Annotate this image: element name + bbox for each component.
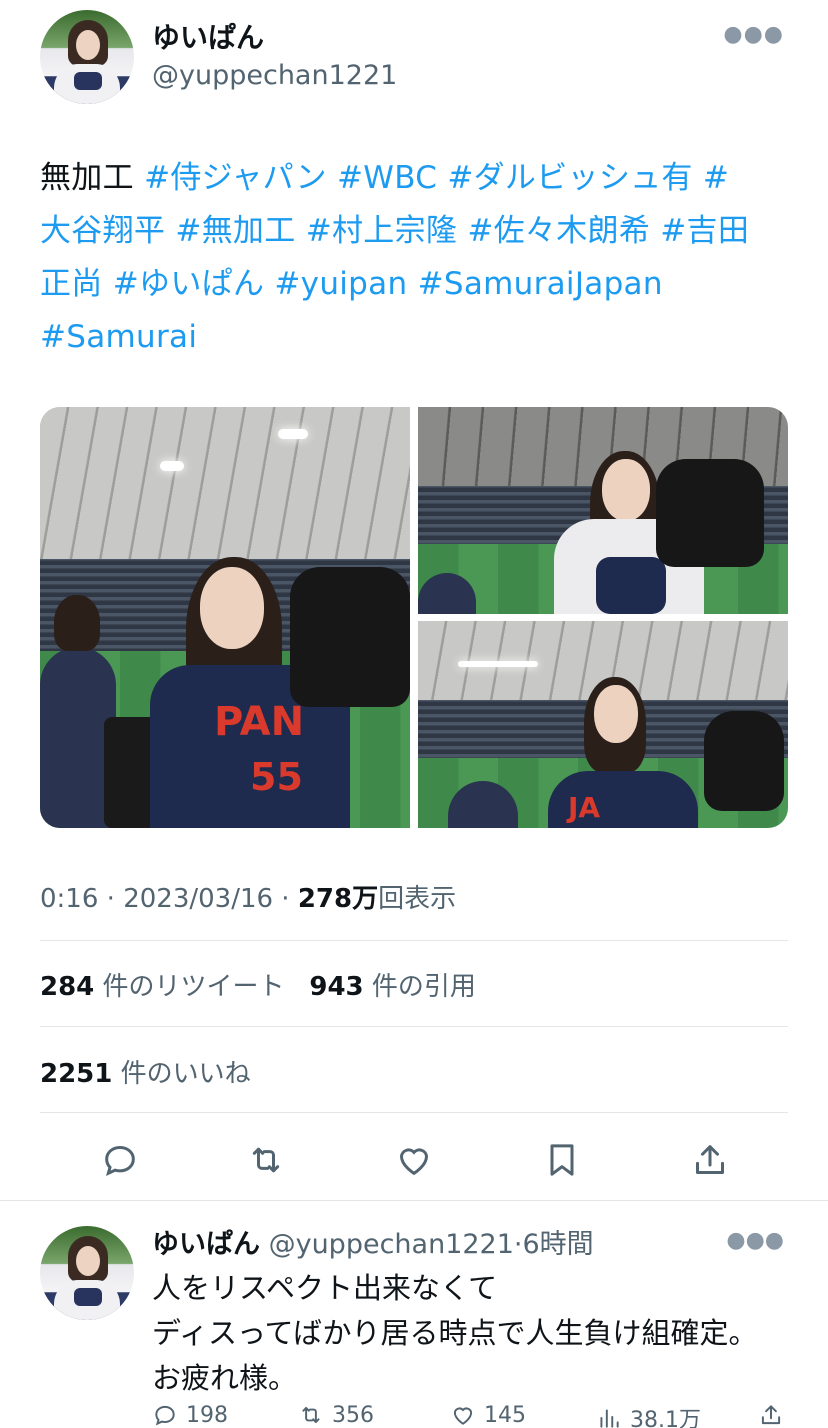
reply-user-handle[interactable]: @yuppechan1221 — [269, 1229, 514, 1260]
tweet-text-line: 正尚 #ゆいぱん #yuipan #SamuraiJapan — [40, 258, 788, 311]
divider — [40, 1112, 788, 1113]
reply-line: お疲れ様。 — [152, 1361, 298, 1395]
reply-time[interactable]: 6時間 — [523, 1229, 594, 1260]
like-count: 145 — [484, 1402, 526, 1428]
tweet-text-segment — [437, 160, 447, 196]
tweet-text-segment — [407, 266, 417, 302]
reply-tweet[interactable]: ゆいぱん @yuppechan1221·6時間 ●●● 人をリスペクト出来なくて… — [40, 1218, 788, 1428]
tweet-header: ゆいぱん @yuppechan1221 ●●● — [40, 10, 788, 110]
photo-top-right[interactable] — [418, 407, 788, 614]
tweet-text-line: 無加工 #侍ジャパン #WBC #ダルビッシュ有 # — [40, 152, 788, 205]
tweet-text-line: 大谷翔平 #無加工 #村上宗隆 #佐々木朗希 #吉田 — [40, 205, 788, 258]
share-icon — [761, 1405, 781, 1425]
hashtag-link[interactable]: #Samurai — [40, 319, 197, 355]
reply-count: 198 — [186, 1402, 228, 1428]
like-icon — [453, 1407, 473, 1425]
photo-main[interactable]: PAN 55 — [40, 407, 410, 828]
meta-separator: · — [273, 884, 298, 914]
hashtag-link[interactable]: # — [693, 160, 729, 196]
tweet-text: 無加工 #侍ジャパン #WBC #ダルビッシュ有 # 大谷翔平 #無加工 #村上宗… — [40, 152, 788, 364]
reply-icon — [155, 1405, 175, 1426]
divider — [40, 1026, 788, 1027]
retweets-label: 件のリツイート — [102, 972, 285, 1002]
hashtag-link[interactable]: #ダルビッシュ有 — [447, 160, 692, 196]
reply-line: 人をリスペクト出来なくて — [152, 1271, 498, 1305]
action-bar — [40, 1130, 788, 1190]
reply-icon[interactable] — [96, 1136, 144, 1184]
tweet-time[interactable]: 0:16 — [40, 884, 98, 914]
retweet-quote-stats: 284 件のリツイート 943 件の引用 — [40, 966, 476, 1003]
jersey-partial-text: JA — [568, 791, 601, 824]
views-count: 278万 — [297, 884, 379, 914]
likes-stat[interactable]: 2251 件のいいね — [40, 1053, 251, 1090]
reply-like-button[interactable]: 145 — [450, 1402, 526, 1428]
retweet-icon — [302, 1406, 320, 1424]
hashtag-link[interactable]: #yuipan — [274, 266, 407, 302]
hashtag-link[interactable]: #WBC — [337, 160, 437, 196]
tweet-text-segment — [327, 160, 337, 196]
media-grid: PAN 55 JA — [40, 407, 788, 828]
meta-separator: · — [98, 884, 124, 914]
views-label: 回表示 — [378, 884, 457, 914]
retweet-count: 356 — [332, 1402, 374, 1428]
tweet-text-segment — [296, 213, 306, 249]
quotes-count: 943 — [309, 972, 364, 1002]
hashtag-link[interactable]: #吉田 — [660, 213, 749, 249]
more-horizontal-icon[interactable]: ●●● — [726, 1228, 784, 1253]
tweet-text-segment — [165, 213, 175, 249]
hashtag-link[interactable]: #SamuraiJapan — [418, 266, 663, 302]
hashtag-link[interactable]: #佐々木朗希 — [467, 213, 650, 249]
tweet-text-segment — [650, 213, 660, 249]
tweet-text-segment: 無加工 — [40, 160, 145, 196]
reply-avatar[interactable] — [40, 1226, 134, 1320]
quotes-label: 件の引用 — [371, 972, 476, 1002]
views-count: 38.1万 — [630, 1408, 701, 1428]
likes-label: 件のいいね — [120, 1059, 251, 1089]
like-icon[interactable] — [390, 1136, 438, 1184]
share-icon[interactable] — [686, 1136, 734, 1184]
hashtag-link[interactable]: #ゆいぱん — [113, 266, 264, 302]
reply-retweet-button[interactable]: 356 — [298, 1402, 374, 1428]
photo-bottom-right[interactable]: JA — [418, 621, 788, 828]
retweet-icon[interactable] — [242, 1136, 290, 1184]
reply-dot: · — [513, 1229, 523, 1260]
jersey-number: 55 — [250, 755, 303, 799]
reply-user-name[interactable]: ゆいぱん — [152, 1229, 260, 1260]
reply-text: 人をリスペクト出来なくて ディスってばかり居る時点で人生負け組確定。 お疲れ様。 — [152, 1266, 758, 1401]
tweet-meta: 0:16 · 2023/03/16 · 278万回表示 — [40, 878, 456, 915]
bookmark-icon[interactable] — [538, 1136, 586, 1184]
user-name[interactable]: ゆいぱん — [152, 16, 264, 56]
views-icon — [600, 1409, 619, 1428]
tweet-text-segment — [264, 266, 274, 302]
section-divider — [0, 1200, 828, 1201]
tweet-text-line: #Samurai — [40, 311, 788, 364]
retweets-stat[interactable]: 284 件のリツイート — [40, 972, 285, 1002]
reply-share-button[interactable] — [758, 1402, 784, 1428]
avatar[interactable] — [40, 10, 134, 104]
more-horizontal-icon[interactable]: ●●● — [723, 22, 784, 47]
jersey-text: PAN — [214, 699, 305, 745]
retweets-count: 284 — [40, 972, 95, 1002]
hashtag-link[interactable]: #無加工 — [175, 213, 295, 249]
tweet-text-segment — [457, 213, 467, 249]
likes-count: 2251 — [40, 1059, 113, 1089]
user-handle[interactable]: @yuppechan1221 — [152, 60, 397, 91]
hashtag-link[interactable]: 大谷翔平 — [40, 213, 165, 249]
tweet-text-segment — [103, 266, 113, 302]
quotes-stat[interactable]: 943 件の引用 — [309, 972, 476, 1002]
hashtag-link[interactable]: #侍ジャパン — [144, 160, 327, 196]
hashtag-link[interactable]: #村上宗隆 — [306, 213, 457, 249]
reply-header: ゆいぱん @yuppechan1221·6時間 — [152, 1222, 594, 1261]
reply-views-button[interactable]: 38.1万 — [596, 1402, 701, 1428]
divider — [40, 940, 788, 941]
reply-line: ディスってばかり居る時点で人生負け組確定。 — [152, 1316, 758, 1350]
hashtag-link[interactable]: 正尚 — [40, 266, 103, 302]
reply-reply-button[interactable]: 198 — [152, 1402, 228, 1428]
reply-action-bar: 198 356 145 38.1万 — [152, 1400, 788, 1428]
tweet-date[interactable]: 2023/03/16 — [123, 884, 273, 914]
